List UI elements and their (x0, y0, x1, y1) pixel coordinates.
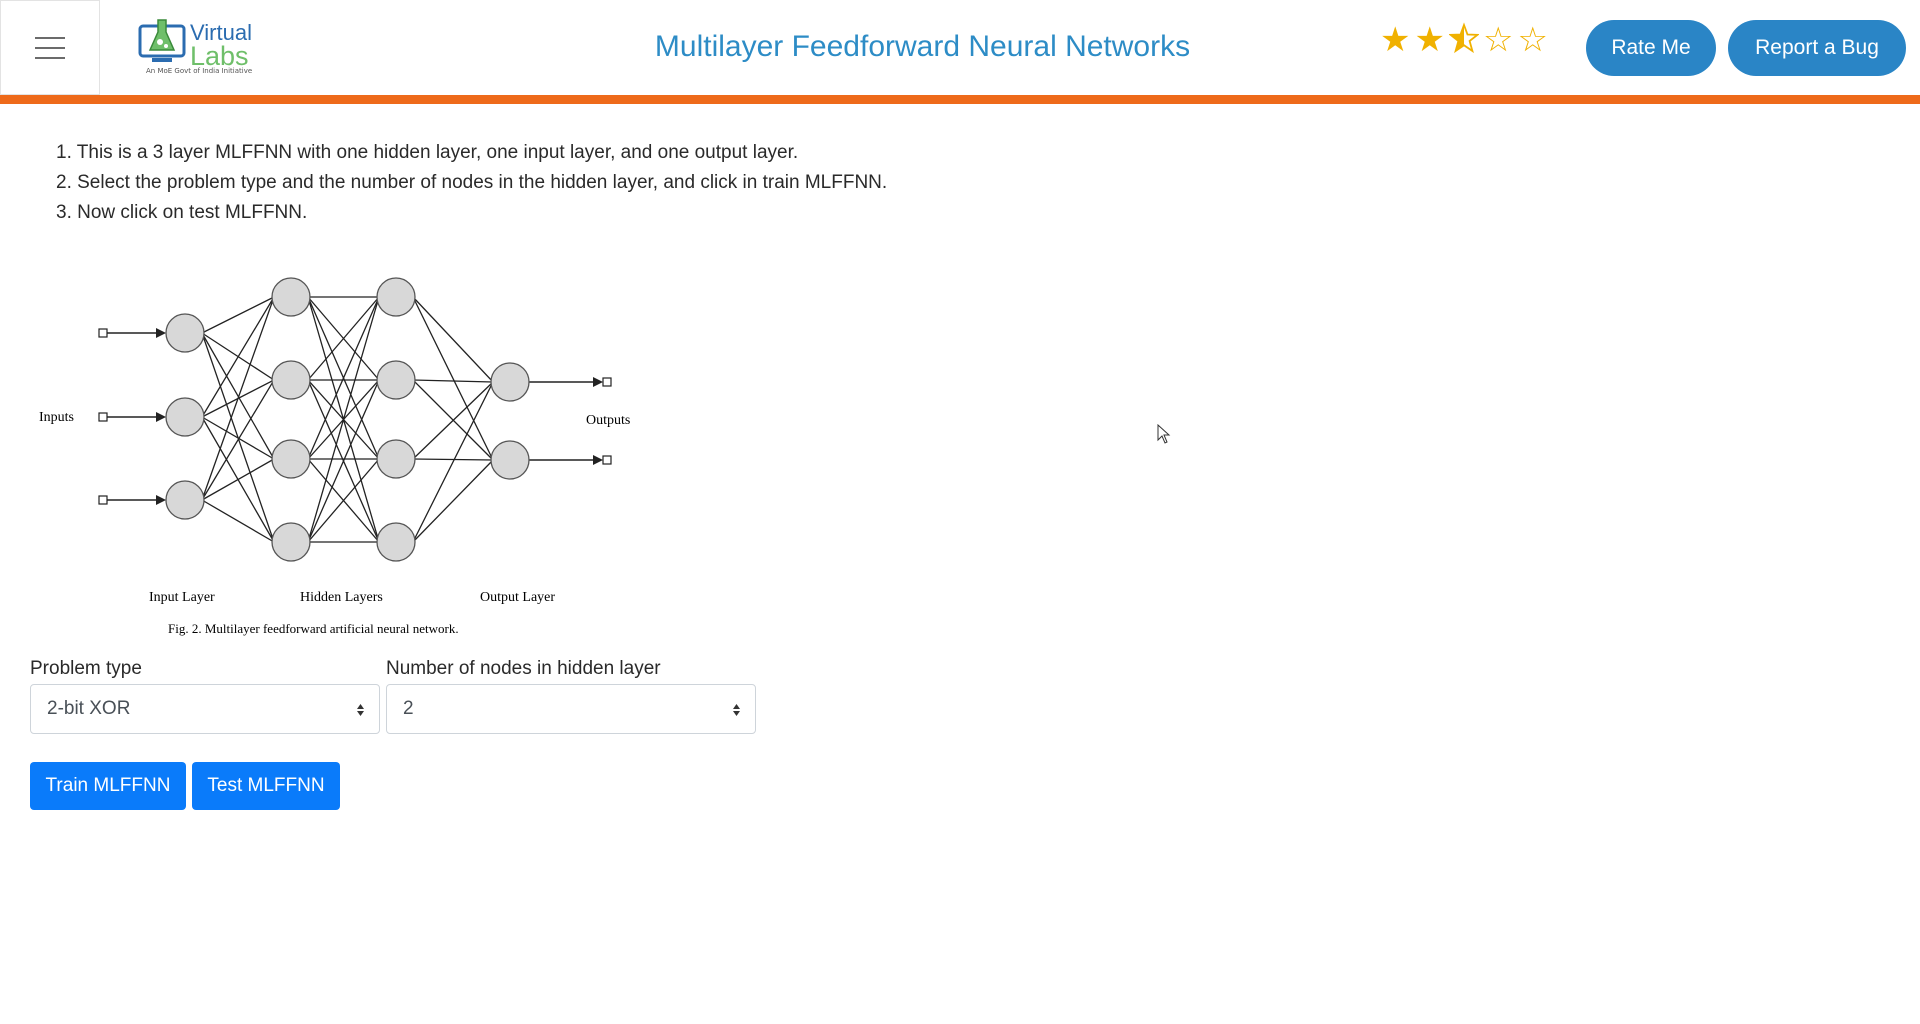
flask-icon (138, 19, 186, 62)
hidden-nodes-label: Number of nodes in hidden layer (386, 658, 661, 679)
header: Virtual Labs An MoE Govt of India Initia… (0, 0, 1920, 95)
network-node (490, 440, 530, 480)
header-accent-bar (0, 95, 1920, 104)
network-node (271, 277, 311, 317)
hidden-nodes-select[interactable]: 2 (386, 684, 756, 734)
page-title: Multilayer Feedforward Neural Networks (654, 30, 1191, 63)
arrowhead-icon (593, 377, 603, 387)
select-caret-icon (733, 704, 740, 716)
network-node (165, 397, 205, 437)
instruction-item: 3. Now click on test MLFFNN. (56, 202, 308, 223)
hidden-layers-label: Hidden Layers (300, 590, 383, 605)
select-caret-icon (357, 704, 364, 716)
output-layer-label: Output Layer (480, 590, 555, 605)
network-node (165, 480, 205, 520)
network-node (165, 313, 205, 353)
inputs-label: Inputs (39, 410, 74, 425)
network-node (271, 360, 311, 400)
star-icon-filled[interactable]: ★ (1380, 22, 1410, 63)
network-diagram-svg: Inputs Outputs Input Layer Hidden Layers… (39, 277, 630, 636)
report-bug-button[interactable]: Report a Bug (1728, 20, 1906, 76)
arrowhead-icon (156, 412, 166, 422)
rate-me-button[interactable]: Rate Me (1586, 20, 1716, 76)
hamburger-icon (35, 37, 65, 39)
problem-type-select[interactable]: 2-bit XOR (30, 684, 380, 734)
hamburger-icon-line (35, 47, 65, 49)
network-connection (412, 296, 494, 461)
star-icon-empty[interactable]: ☆ (1517, 22, 1547, 63)
outputs-label: Outputs (586, 413, 630, 428)
network-diagram: Inputs Outputs Input Layer Hidden Layers… (30, 260, 650, 640)
output-terminal (602, 377, 612, 387)
arrowhead-icon (156, 328, 166, 338)
input-terminal (98, 495, 108, 505)
input-layer-label: Input Layer (149, 590, 215, 605)
instruction-item: 2. Select the problem type and the numbe… (56, 172, 888, 193)
arrowhead-icon (156, 495, 166, 505)
network-node (376, 522, 416, 562)
network-node (376, 360, 416, 400)
star-icon-filled[interactable]: ★ (1414, 22, 1444, 63)
network-node (271, 439, 311, 479)
star-icon-half[interactable] (1447, 22, 1480, 63)
star-icon-empty[interactable]: ☆ (1483, 22, 1513, 63)
network-connection (412, 296, 494, 383)
network-connection (412, 379, 494, 383)
network-connection (412, 381, 494, 543)
network-node (271, 522, 311, 562)
network-connection (412, 459, 494, 543)
output-terminal (602, 455, 612, 465)
train-mlffnn-button[interactable]: Train MLFFNN (30, 762, 186, 810)
test-mlffnn-button[interactable]: Test MLFFNN (192, 762, 340, 810)
instructions-list: 1. This is a 3 layer MLFFNN with one hid… (56, 138, 887, 228)
network-node (376, 277, 416, 317)
network-connection (201, 499, 275, 543)
input-terminal (98, 412, 108, 422)
problem-type-label: Problem type (30, 658, 142, 679)
menu-button[interactable] (0, 0, 100, 95)
logo-subtitle: An MoE Govt of India Initiative (146, 67, 253, 75)
mouse-cursor-icon (1157, 424, 1171, 444)
figure-caption: Fig. 2. Multilayer feedforward artificia… (168, 621, 459, 636)
network-node (490, 362, 530, 402)
hamburger-icon-line (35, 57, 65, 59)
instruction-item: 1. This is a 3 layer MLFFNN with one hid… (56, 142, 799, 163)
network-connection (201, 458, 275, 501)
network-connection (201, 416, 275, 460)
network-connection (412, 458, 494, 461)
arrowhead-icon (593, 455, 603, 465)
rating-stars[interactable]: ★ ★ ☆ ☆ (1380, 22, 1548, 63)
input-terminal (98, 328, 108, 338)
hidden-nodes-value: 2 (403, 698, 414, 719)
network-node (376, 439, 416, 479)
virtual-labs-logo[interactable]: Virtual Labs An MoE Govt of India Initia… (138, 14, 253, 80)
problem-type-value: 2-bit XOR (47, 698, 131, 719)
